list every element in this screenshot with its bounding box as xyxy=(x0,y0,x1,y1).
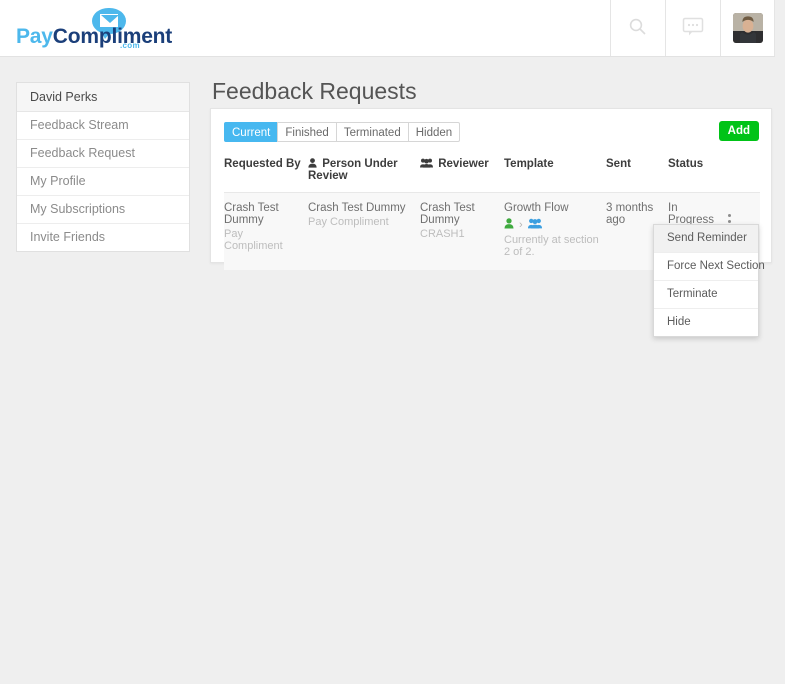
logo-text-domain: .com xyxy=(120,41,140,50)
chevron-right-icon: › xyxy=(519,219,523,231)
tab-finished[interactable]: Finished xyxy=(277,122,336,142)
table-header-row: Requested By Person Under Review Reviewe… xyxy=(224,154,760,193)
tab-hidden[interactable]: Hidden xyxy=(407,122,461,142)
sidebar-user-name: David Perks xyxy=(17,83,189,112)
logo-text-compliment: Compliment xyxy=(52,25,173,48)
column-label: Status xyxy=(668,158,704,170)
top-header-bar: PayCompliment .com xyxy=(0,0,775,57)
column-header-actions xyxy=(728,154,760,193)
reviewer-name: Crash Test Dummy xyxy=(420,202,475,226)
header-actions xyxy=(610,0,775,56)
group-icon xyxy=(527,218,542,232)
avatar xyxy=(732,13,763,43)
row-actions-dropdown: Send Reminder Force Next Section Termina… xyxy=(653,224,765,337)
cell-person-under-review: Crash Test Dummy Pay Compliment xyxy=(308,192,420,270)
column-label: Reviewer xyxy=(438,158,489,170)
tab-current[interactable]: Current xyxy=(224,122,278,142)
template-name: Growth Flow xyxy=(504,202,569,214)
column-header-person-under-review: Person Under Review xyxy=(308,154,420,193)
column-header-requested-by: Requested By xyxy=(224,154,308,193)
sidebar-item-my-subscriptions[interactable]: My Subscriptions xyxy=(17,196,189,224)
template-flow-icons: › xyxy=(504,218,600,232)
template-progress-text: Currently at section 2 of 2. xyxy=(504,234,599,258)
cell-template: Growth Flow › Currently at section 2 of … xyxy=(504,192,606,270)
column-label: Person Under Review xyxy=(308,158,398,182)
cell-reviewer: Crash Test Dummy CRASH1 xyxy=(420,192,504,270)
requested-by-org: Pay Compliment xyxy=(224,228,283,252)
app-logo[interactable]: PayCompliment .com xyxy=(16,8,196,52)
sidebar-item-my-profile[interactable]: My Profile xyxy=(17,168,189,196)
column-header-reviewer: Reviewer xyxy=(420,154,504,193)
sidebar-item-feedback-stream[interactable]: Feedback Stream xyxy=(17,112,189,140)
sidebar-item-invite-friends[interactable]: Invite Friends xyxy=(17,224,189,251)
status-badge: In Progress xyxy=(668,202,715,226)
person-under-review-org: Pay Compliment xyxy=(308,216,389,228)
search-icon xyxy=(628,17,648,40)
requested-by-name: Crash Test Dummy xyxy=(224,202,279,226)
chat-bubble-icon xyxy=(682,17,704,40)
column-label: Requested By xyxy=(224,158,301,170)
column-header-status: Status xyxy=(668,154,728,193)
user-avatar-button[interactable] xyxy=(720,0,775,56)
menu-item-terminate[interactable]: Terminate xyxy=(654,281,758,309)
sidebar-nav: David Perks Feedback Stream Feedback Req… xyxy=(16,82,190,252)
add-button[interactable]: Add xyxy=(718,121,759,141)
group-icon xyxy=(420,158,438,170)
menu-item-force-next-section[interactable]: Force Next Section xyxy=(654,253,765,281)
logo-text-pay: Pay xyxy=(16,25,53,48)
page-title: Feedback Requests xyxy=(212,78,417,104)
reviewer-code: CRASH1 xyxy=(420,228,465,240)
column-header-template: Template xyxy=(504,154,606,193)
cell-requested-by: Crash Test Dummy Pay Compliment xyxy=(224,192,308,270)
search-button[interactable] xyxy=(610,0,665,56)
person-icon xyxy=(308,158,322,170)
sidebar-item-feedback-request[interactable]: Feedback Request xyxy=(17,140,189,168)
menu-item-hide[interactable]: Hide xyxy=(654,309,758,336)
tab-terminated[interactable]: Terminated xyxy=(335,122,408,142)
column-header-sent: Sent xyxy=(606,154,668,193)
messages-button[interactable] xyxy=(665,0,720,56)
status-tabs: Current Finished Terminated Hidden xyxy=(224,122,461,142)
logo-wordmark: PayCompliment xyxy=(16,25,172,49)
menu-item-send-reminder[interactable]: Send Reminder xyxy=(654,225,758,253)
column-label: Sent xyxy=(606,158,631,170)
person-icon xyxy=(504,218,514,232)
column-label: Template xyxy=(504,158,554,170)
person-under-review-name: Crash Test Dummy xyxy=(308,202,406,214)
